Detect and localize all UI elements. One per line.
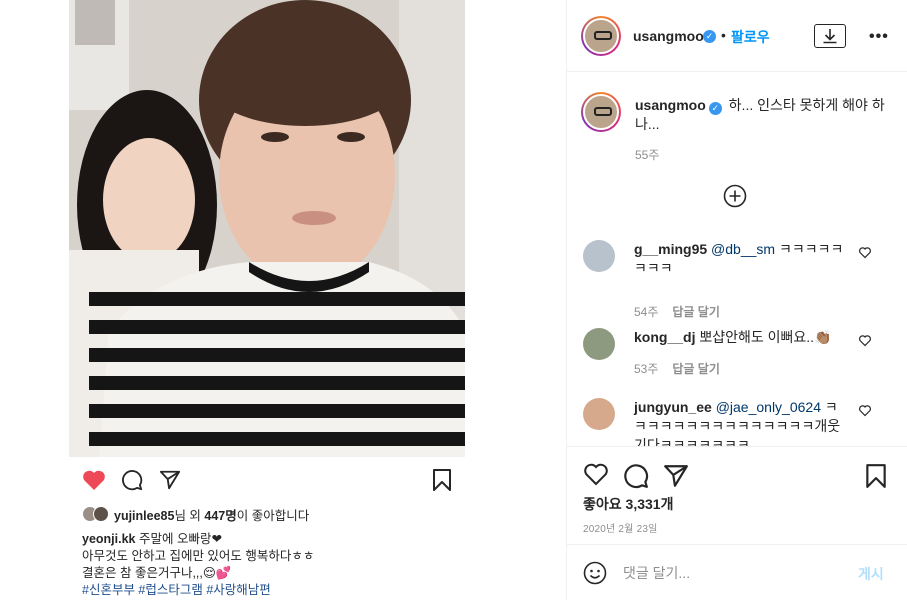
verified-badge-icon: ✓ bbox=[708, 102, 722, 115]
follow-button[interactable]: 팔로우 bbox=[731, 27, 770, 47]
post-date[interactable]: 2020년 2월 23일 bbox=[583, 520, 658, 535]
commenter-username[interactable]: jungyun_ee bbox=[634, 399, 712, 415]
comment-time[interactable]: 53주 bbox=[634, 362, 658, 376]
liked-heart-icon bbox=[82, 468, 106, 492]
comment-mention[interactable]: @jae_only_0624 bbox=[716, 399, 821, 415]
caption-username[interactable]: usangmoo bbox=[635, 97, 706, 113]
post-comment-button[interactable]: 게시 bbox=[858, 564, 884, 584]
author-avatar[interactable] bbox=[581, 16, 621, 56]
post-caption: usangmoo ✓ 하... 인스타 못하게 해야 하나... bbox=[635, 96, 885, 134]
commenter-avatar[interactable] bbox=[583, 398, 615, 430]
comment-icon bbox=[120, 468, 144, 492]
post-media[interactable]: yujinlee85님 외 447명이 좋아합니다 yeonji.kk 주말에 … bbox=[0, 0, 566, 600]
comment-body: jungyun_ee @jae_only_0624 ㅋㅋㅋㅋㅋㅋㅋㅋㅋㅋㅋㅋㅋㅋ… bbox=[634, 398, 848, 446]
comment-time[interactable]: 54주 bbox=[634, 305, 658, 319]
heart-icon[interactable] bbox=[859, 334, 871, 347]
verified-badge-icon: ✓ bbox=[703, 30, 716, 43]
comment-meta: 53주 답글 달기 bbox=[634, 360, 720, 377]
embedded-caption-user: yeonji.kk bbox=[82, 532, 136, 546]
more-options-icon[interactable]: ••• bbox=[869, 28, 889, 46]
commenter-username[interactable]: g__ming95 bbox=[634, 241, 707, 257]
emoji-icon[interactable] bbox=[583, 561, 607, 585]
instagram-post-modal: yujinlee85님 외 447명이 좋아합니다 yeonji.kk 주말에 … bbox=[0, 0, 907, 600]
embedded-likes-text: yujinlee85님 외 447명이 좋아합니다 bbox=[114, 508, 310, 523]
selfie-photo bbox=[69, 0, 465, 457]
embedded-hashtags: #신혼부부 #럽스타그램 #사랑해남편 bbox=[82, 583, 271, 597]
caption-time[interactable]: 55주 bbox=[635, 146, 659, 163]
commenter-username[interactable]: kong__dj bbox=[634, 329, 695, 345]
comment-mention[interactable]: @db__sm bbox=[711, 241, 775, 257]
reply-button[interactable]: 답글 달기 bbox=[672, 362, 720, 376]
add-comment-bar: 게시 bbox=[567, 544, 907, 600]
embedded-post-screenshot: yujinlee85님 외 447명이 좋아합니다 yeonji.kk 주말에 … bbox=[0, 0, 566, 600]
reply-button[interactable]: 답글 달기 bbox=[672, 305, 720, 319]
embedded-action-bar bbox=[82, 468, 454, 492]
bookmark-icon[interactable] bbox=[865, 463, 891, 489]
commenter-avatar[interactable] bbox=[583, 240, 615, 272]
plus-circle-icon[interactable] bbox=[723, 184, 747, 208]
comments-list[interactable]: g__ming95 @db__sm ㅋㅋㅋㅋㅋㅋㅋㅋ 54주 답글 달기 kong… bbox=[567, 226, 907, 446]
comment-text: 뽀샵안해도 이뻐요..👏🏽 bbox=[695, 329, 832, 345]
author-username[interactable]: usangmoo bbox=[633, 28, 704, 44]
embedded-caption-line: 아무것도 안하고 집에만 있어도 행복하다ㅎㅎ bbox=[82, 549, 315, 563]
comment-meta: 54주 답글 달기 bbox=[634, 303, 720, 320]
post-header: usangmoo ✓ • 팔로우 ••• bbox=[567, 0, 907, 72]
separator-dot: • bbox=[721, 27, 726, 43]
comment-icon[interactable] bbox=[623, 463, 649, 489]
heart-icon[interactable] bbox=[859, 404, 871, 417]
share-icon bbox=[158, 468, 182, 492]
embedded-caption: yeonji.kk 주말에 오빠랑❤ 아무것도 안하고 집에만 있어도 행복하다… bbox=[82, 531, 462, 599]
liker-avatar bbox=[93, 506, 109, 522]
share-icon[interactable] bbox=[663, 463, 689, 489]
commenter-avatar[interactable] bbox=[583, 328, 615, 360]
likes-count[interactable]: 좋아요 3,331개 bbox=[583, 494, 673, 514]
like-heart-icon[interactable] bbox=[583, 463, 609, 489]
download-icon[interactable] bbox=[814, 24, 846, 48]
embedded-caption-line: 결혼은 참 좋은거구나,,,😌💕 bbox=[82, 566, 232, 580]
caption-avatar[interactable] bbox=[581, 92, 621, 132]
post-side-panel: usangmoo ✓ • 팔로우 ••• usangmoo ✓ 하... 인스타 … bbox=[566, 0, 907, 600]
comment-body: g__ming95 @db__sm ㅋㅋㅋㅋㅋㅋㅋㅋ bbox=[634, 240, 848, 278]
comment-body: kong__dj 뽀샵안해도 이뻐요..👏🏽 bbox=[634, 328, 848, 347]
embedded-likes: yujinlee85님 외 447명이 좋아합니다 bbox=[82, 504, 309, 524]
bookmark-icon bbox=[430, 468, 454, 492]
comment-input[interactable] bbox=[623, 562, 843, 584]
heart-icon[interactable] bbox=[859, 246, 871, 259]
